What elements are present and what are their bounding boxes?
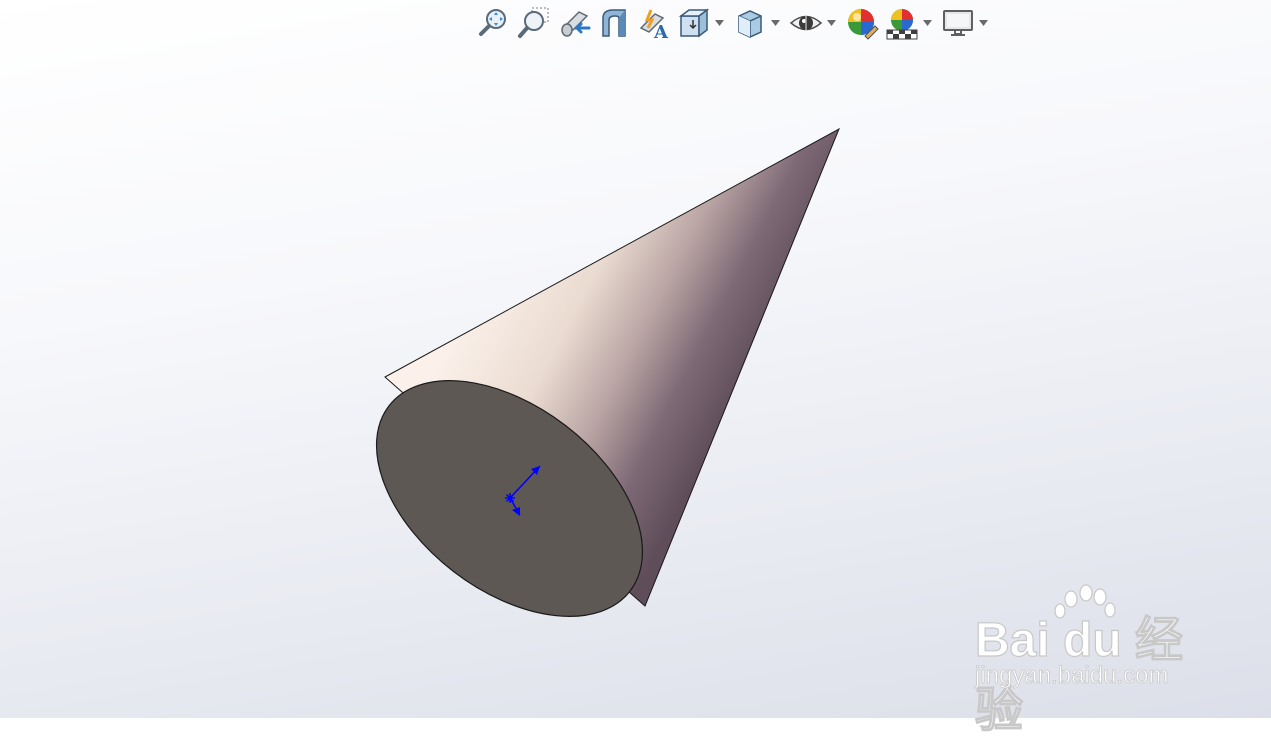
- watermark-url-text: jingyan.baidu.com: [975, 662, 1169, 690]
- baidu-jingyan-watermark: Bai du 经验 jingyan.baidu.com: [973, 582, 1208, 738]
- graphics-area[interactable]: A Bai du 经验 jingyan.baidu.com: [0, 0, 1271, 738]
